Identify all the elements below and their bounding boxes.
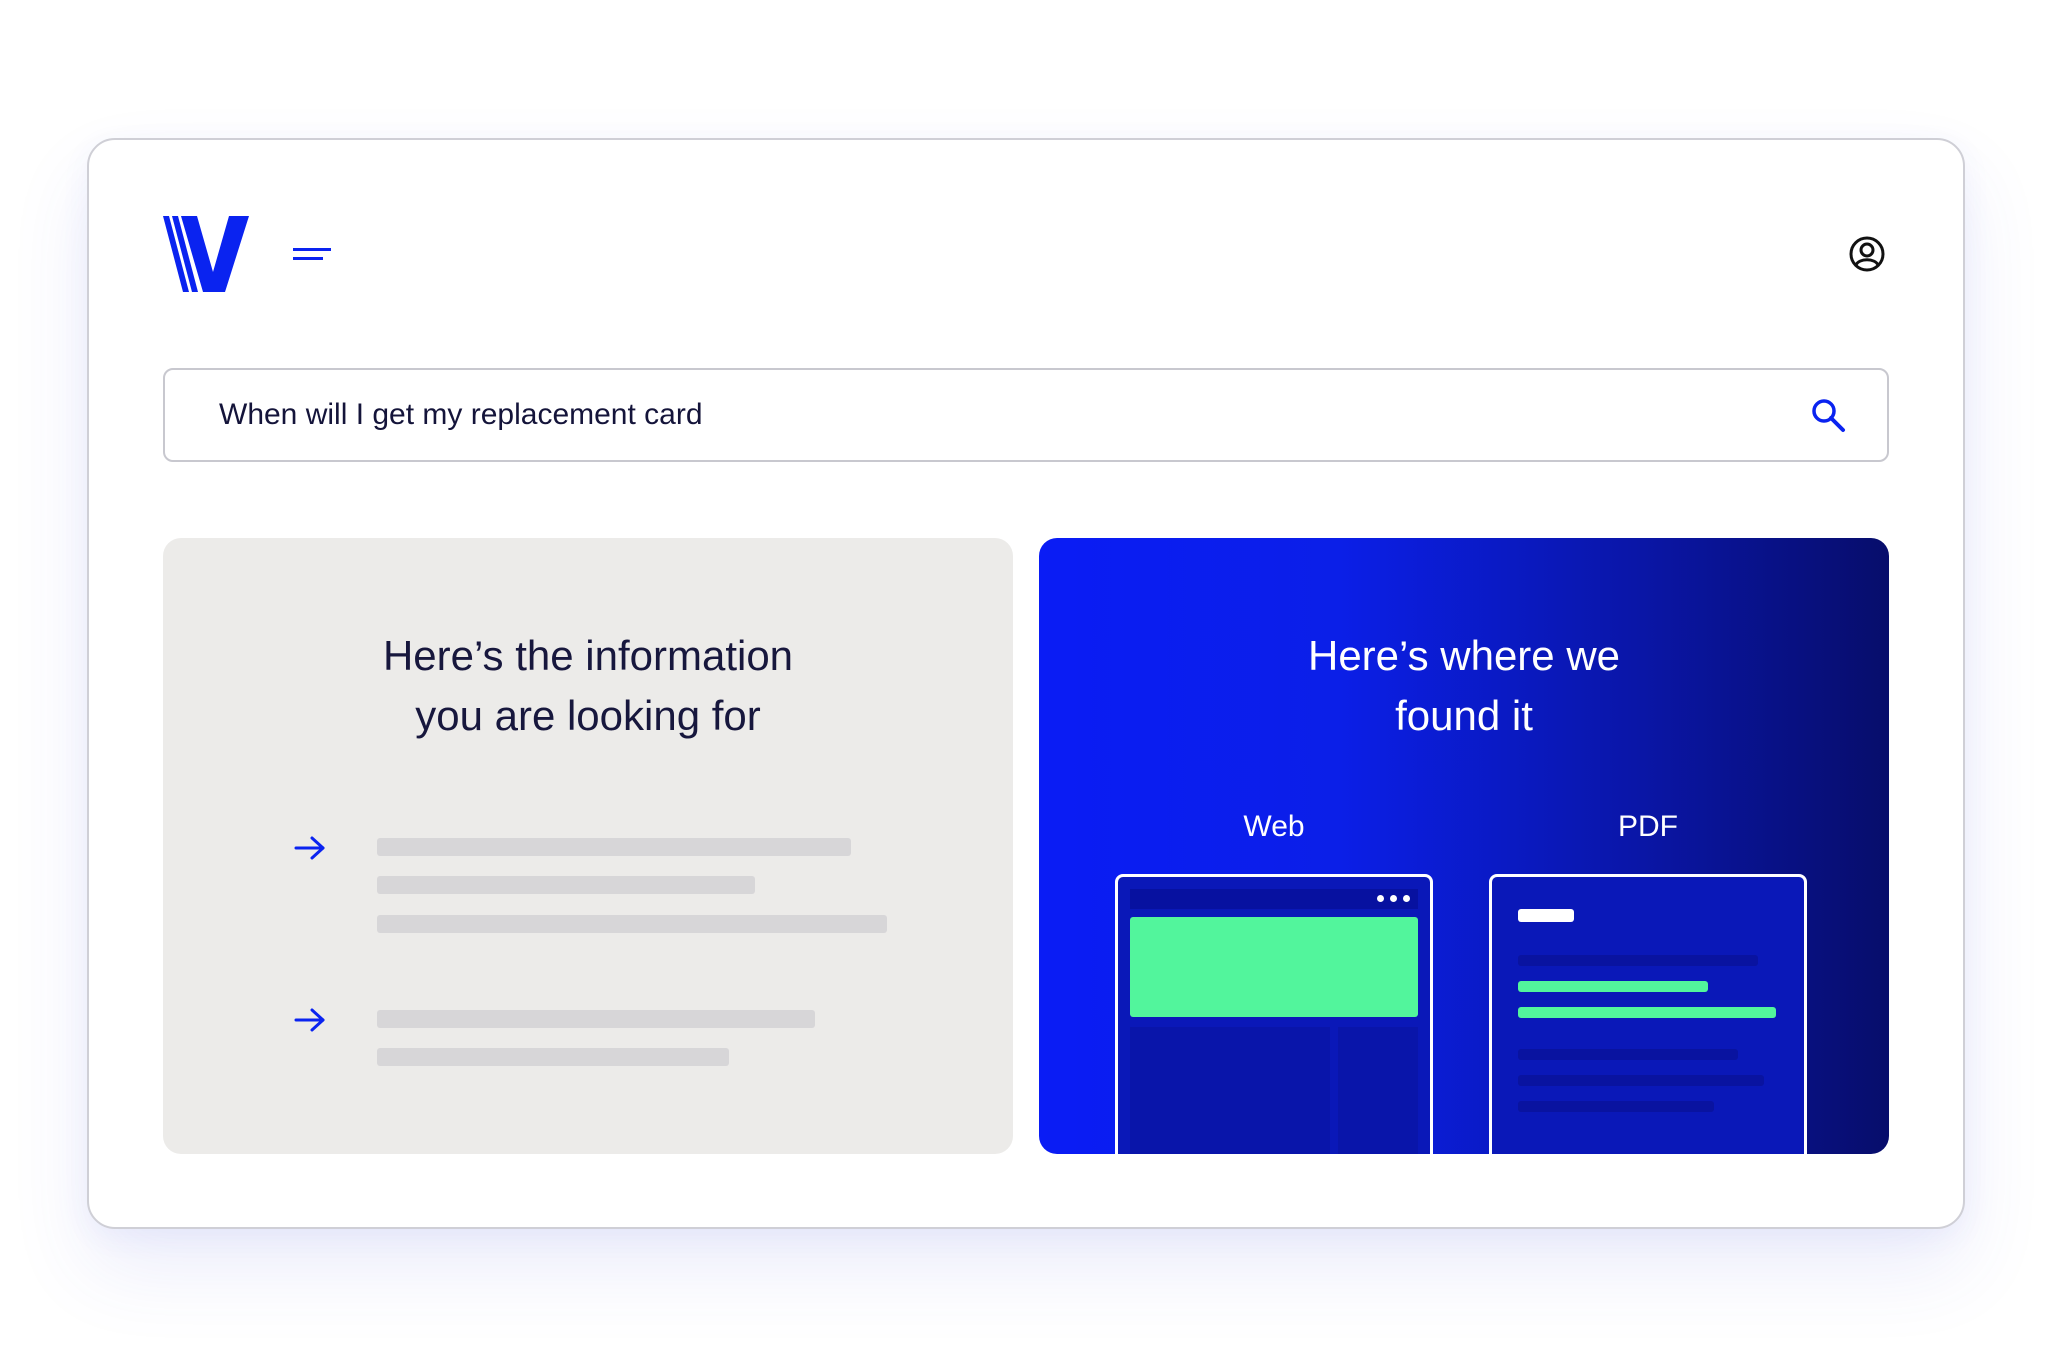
user-profile-icon[interactable] xyxy=(1847,234,1887,274)
arrow-right-icon[interactable] xyxy=(293,1006,327,1034)
v-logo-icon[interactable] xyxy=(163,216,249,292)
search-input[interactable] xyxy=(219,370,1779,460)
browser-dot xyxy=(1377,895,1384,902)
sources-card-title: Here’s where we found it xyxy=(1039,626,1889,746)
pdf-text-line xyxy=(1518,1101,1714,1112)
sources-title-line-2: found it xyxy=(1395,692,1533,739)
answer-card: Here’s the information you are looking f… xyxy=(163,538,1013,1154)
web-source-preview[interactable] xyxy=(1115,874,1433,1154)
search-bar xyxy=(163,368,1889,462)
answer-card-title: Here’s the information you are looking f… xyxy=(163,626,1013,746)
browser-dot xyxy=(1390,895,1397,902)
web-content-column xyxy=(1130,1027,1330,1154)
sources-title-line-1: Here’s where we xyxy=(1307,632,1621,679)
web-source-label: Web xyxy=(1243,810,1305,843)
answer-title-line-2: you are looking for xyxy=(415,692,761,739)
pdf-heading xyxy=(1518,909,1574,922)
browser-dot xyxy=(1403,895,1410,902)
answer-placeholder-line xyxy=(377,915,887,933)
answer-placeholder-line xyxy=(377,1048,729,1066)
answer-placeholder-line xyxy=(377,876,755,894)
pdf-highlight-line xyxy=(1518,981,1708,992)
sources-card: Here’s where we found it Web PDF xyxy=(1039,538,1889,1154)
pdf-text-line xyxy=(1518,955,1758,966)
search-icon[interactable] xyxy=(1809,396,1847,434)
pdf-text-line xyxy=(1518,1075,1764,1086)
browser-toolbar xyxy=(1130,889,1418,909)
pdf-source-preview[interactable] xyxy=(1489,874,1807,1154)
app-window: Here’s the information you are looking f… xyxy=(87,138,1965,1229)
menu-icon[interactable] xyxy=(293,244,333,264)
pdf-source-label: PDF xyxy=(1618,810,1678,843)
answer-title-line-1: Here’s the information xyxy=(382,632,794,679)
answer-placeholder-line xyxy=(377,838,851,856)
pdf-text-line xyxy=(1518,1049,1738,1060)
answer-placeholder-line xyxy=(377,1010,815,1028)
pdf-highlight-line xyxy=(1518,1007,1776,1018)
highlighted-web-section xyxy=(1130,917,1418,1017)
arrow-right-icon[interactable] xyxy=(293,834,327,862)
web-sidebar-column xyxy=(1338,1027,1418,1154)
